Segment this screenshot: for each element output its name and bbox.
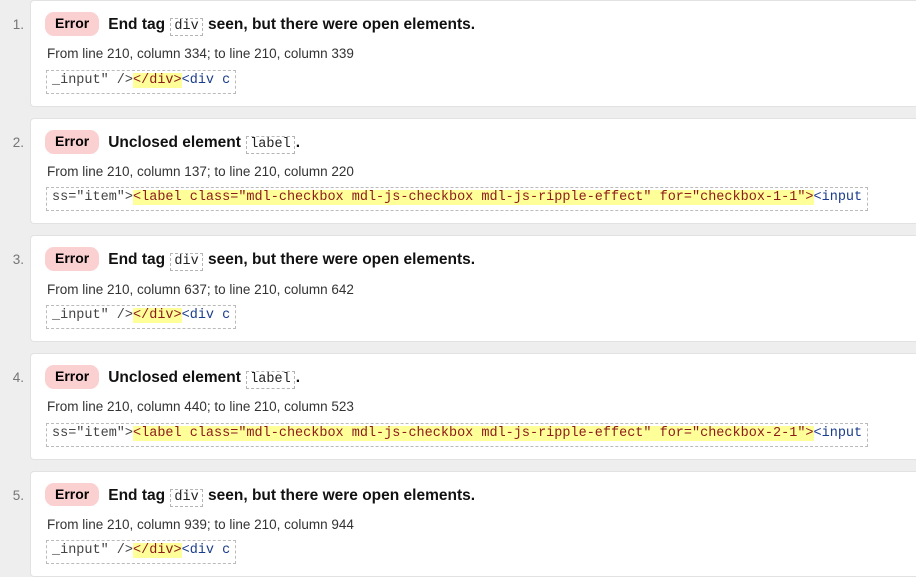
error-card: Error End tag div seen, but there were op…	[30, 470, 916, 577]
code-extract: _input" /></div><div c	[46, 305, 237, 329]
error-card: Error End tag div seen, but there were op…	[30, 235, 916, 342]
headline-text-after: seen, but there were open elements.	[208, 486, 476, 504]
extract-before: ss="item">	[52, 190, 134, 206]
status-badge: Error	[45, 482, 100, 507]
extract-before: ss="item">	[52, 425, 134, 441]
headline-text-before: Unclosed element	[108, 133, 241, 151]
extract-before: _input" />	[52, 543, 134, 559]
extract-before: _input" />	[52, 72, 134, 88]
extract-after: <input	[813, 190, 863, 206]
headline-text-before: End tag	[108, 486, 166, 504]
headline-text-before: Unclosed element	[108, 368, 241, 386]
status-badge: Error	[45, 129, 100, 154]
status-badge: Error	[45, 364, 100, 389]
extract-after: <div c	[181, 308, 231, 324]
error-headline: Error Unclosed element label.	[45, 129, 902, 154]
extract-highlight: </div>	[133, 308, 182, 324]
extract-highlight: <label class="mdl-checkbox mdl-js-checkb…	[133, 190, 814, 206]
code-extract: _input" /></div><div c	[46, 540, 237, 565]
inline-code-element: div	[170, 18, 203, 36]
extract-before: _input" />	[52, 308, 134, 324]
extract-highlight: <label class="mdl-checkbox mdl-js-checkb…	[133, 425, 814, 441]
error-location: From line 210, column 637; to line 210, …	[47, 281, 354, 297]
list-item: Error End tag div seen, but there were op…	[0, 235, 916, 342]
error-headline: Error End tag div seen, but there were op…	[45, 12, 902, 36]
status-badge: Error	[45, 247, 100, 272]
error-headline: Error Unclosed element label.	[45, 364, 902, 389]
error-location: From line 210, column 137; to line 210, …	[47, 163, 354, 179]
error-card: Error Unclosed element label. From line 2…	[30, 117, 916, 225]
headline-text-before: End tag	[108, 16, 166, 33]
headline-text-after: seen, but there were open elements.	[208, 251, 476, 269]
error-card: Error End tag div seen, but there were op…	[30, 0, 916, 107]
status-badge: Error	[45, 12, 100, 36]
inline-code-element: div	[170, 253, 203, 272]
headline-text-after: .	[295, 133, 301, 151]
list-item: Error Unclosed element label. From line 2…	[0, 117, 916, 225]
extract-after: <input	[813, 425, 863, 441]
inline-code-element: label	[246, 370, 295, 389]
list-item: Error Unclosed element label. From line 2…	[0, 352, 916, 460]
error-headline: Error End tag div seen, but there were op…	[45, 247, 902, 272]
extract-highlight: </div>	[133, 72, 182, 88]
code-extract: ss="item"><label class="mdl-checkbox mdl…	[46, 422, 869, 447]
error-headline: Error End tag div seen, but there were op…	[45, 482, 902, 507]
code-extract: _input" /></div><div c	[46, 69, 237, 94]
error-card: Error Unclosed element label. From line 2…	[30, 352, 916, 460]
error-location: From line 210, column 440; to line 210, …	[47, 399, 354, 415]
extract-after: <div c	[181, 543, 231, 559]
headline-text-after: seen, but there were open elements.	[208, 16, 476, 33]
inline-code-element: label	[246, 135, 295, 154]
list-item: Error End tag div seen, but there were op…	[0, 470, 916, 577]
list-item: Error End tag div seen, but there were op…	[0, 0, 916, 107]
headline-text-before: End tag	[108, 251, 166, 269]
validation-results-list: Error End tag div seen, but there were op…	[0, 0, 916, 577]
extract-after: <div c	[181, 72, 231, 88]
headline-text-after: .	[295, 368, 301, 386]
error-location: From line 210, column 334; to line 210, …	[47, 46, 354, 62]
inline-code-element: div	[170, 488, 203, 507]
code-extract: ss="item"><label class="mdl-checkbox mdl…	[46, 187, 869, 212]
extract-highlight: </div>	[133, 543, 182, 559]
